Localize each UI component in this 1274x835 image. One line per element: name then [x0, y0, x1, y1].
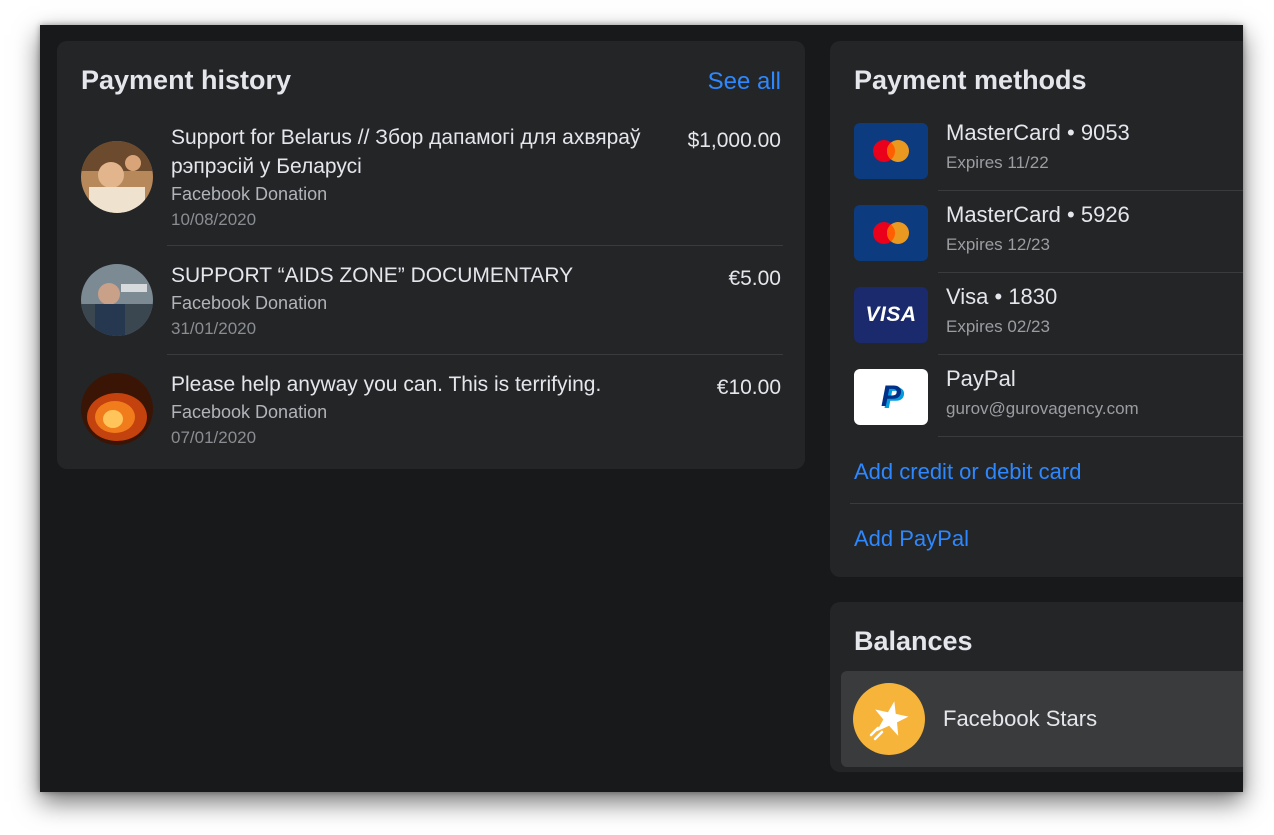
- paypal-icon: P: [854, 369, 928, 425]
- history-item-subtitle: Facebook Donation: [171, 184, 328, 204]
- payment-method-name: PayPal: [946, 366, 1016, 391]
- history-item[interactable]: Support for Belarus // Збор дапамогі для…: [57, 121, 805, 245]
- history-item-title: SUPPORT “AIDS ZONE” DOCUMENTARY: [171, 264, 574, 287]
- history-item-title: Support for Belarus // Збор дапамогі для…: [171, 126, 641, 178]
- add-paypal-link[interactable]: Add PayPal: [854, 526, 969, 552]
- history-item[interactable]: SUPPORT “AIDS ZONE” DOCUMENTARY Facebook…: [57, 246, 805, 354]
- payment-method-name: MasterCard • 9053: [946, 120, 1130, 145]
- visa-icon: VISA: [854, 287, 928, 343]
- add-card-link[interactable]: Add credit or debit card: [854, 459, 1081, 485]
- payments-window: Payment history See all Support for Bela…: [40, 25, 1243, 792]
- payment-method-paypal[interactable]: P PayPal gurov@gurovagency.com: [830, 355, 1243, 437]
- history-item-title: Please help anyway you can. This is terr…: [171, 373, 602, 396]
- payment-method-email: gurov@gurovagency.com: [946, 399, 1139, 418]
- mastercard-icon: [854, 205, 928, 261]
- star-icon: [853, 683, 925, 755]
- see-all-link[interactable]: See all: [708, 68, 781, 96]
- balances-title: Balances: [854, 626, 973, 656]
- payment-method-visa[interactable]: VISA Visa • 1830 Expires 02/23: [830, 273, 1243, 355]
- payment-method-mastercard[interactable]: MasterCard • 9053 Expires 11/22: [830, 109, 1243, 191]
- history-item-amount: $1,000.00: [687, 129, 781, 152]
- history-item-date: 10/08/2020: [171, 210, 257, 229]
- payment-methods-card: Payment methods MasterCard • 9053 Expire…: [830, 41, 1243, 577]
- payment-history-title: Payment history: [81, 65, 292, 95]
- balance-label: Facebook Stars: [943, 706, 1098, 731]
- history-item-subtitle: Facebook Donation: [171, 293, 328, 313]
- balances-card: Balances Facebook Stars: [830, 602, 1243, 772]
- donation-avatar: [81, 264, 153, 336]
- balance-item-facebook-stars[interactable]: Facebook Stars: [841, 671, 1243, 767]
- payment-method-expiry: Expires 11/22: [946, 153, 1049, 172]
- payment-methods-title: Payment methods: [854, 65, 1087, 95]
- mastercard-icon: [854, 123, 928, 179]
- donation-avatar: [81, 373, 153, 445]
- payment-method-mastercard[interactable]: MasterCard • 5926 Expires 12/23: [830, 191, 1243, 273]
- history-item[interactable]: Please help anyway you can. This is terr…: [57, 355, 805, 465]
- payment-method-name: Visa • 1830: [946, 284, 1058, 309]
- divider: [938, 436, 1243, 437]
- history-item-amount: €10.00: [716, 376, 781, 399]
- payment-method-expiry: Expires 12/23: [946, 235, 1050, 254]
- history-item-date: 31/01/2020: [171, 319, 257, 338]
- payment-method-name: MasterCard • 5926: [946, 202, 1130, 227]
- payment-history-card: Payment history See all Support for Bela…: [57, 41, 805, 469]
- history-item-subtitle: Facebook Donation: [171, 402, 328, 422]
- donation-avatar: [81, 141, 153, 213]
- history-item-date: 07/01/2020: [171, 428, 257, 447]
- history-item-amount: €5.00: [728, 267, 781, 290]
- divider: [850, 503, 1243, 504]
- payment-method-expiry: Expires 02/23: [946, 317, 1050, 336]
